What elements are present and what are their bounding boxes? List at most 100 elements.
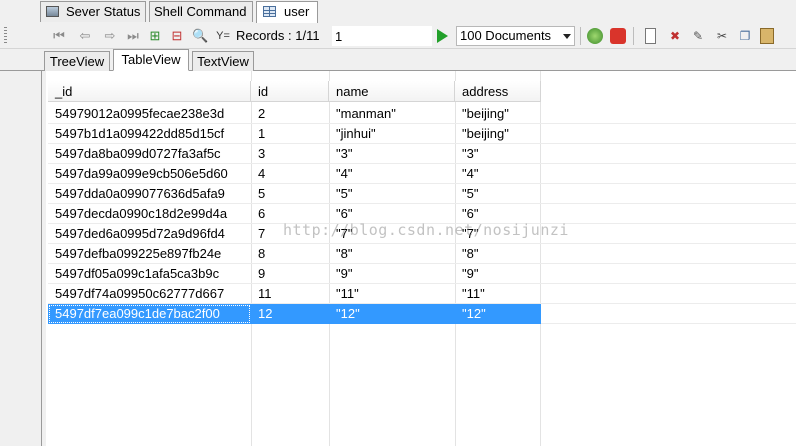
- page-number-input[interactable]: [332, 26, 432, 46]
- records-counter: Records : 1/11: [236, 28, 320, 43]
- cell-name[interactable]: "3": [329, 144, 455, 164]
- find-icon[interactable]: 🔍: [192, 27, 208, 45]
- prev-page-icon[interactable]: ⇦: [77, 27, 93, 45]
- cell-object-id[interactable]: 5497df05a099c1afa5ca3b9c: [48, 264, 251, 284]
- cell-name[interactable]: "11": [329, 284, 455, 304]
- refresh-icon[interactable]: [587, 28, 603, 44]
- cell-id[interactable]: 3: [251, 144, 329, 164]
- cell-object-id[interactable]: 5497ded6a0995d72a9d96fd4: [48, 224, 251, 244]
- cell-name[interactable]: "8": [329, 244, 455, 264]
- table-row[interactable]: 5497da8ba099d0727fa3af5c 3 "3" "3": [48, 144, 796, 164]
- cell-name[interactable]: "12": [329, 304, 455, 324]
- toolbar-separator: [633, 27, 634, 45]
- cell-address[interactable]: "beijing": [455, 104, 541, 124]
- tab-user[interactable]: user: [256, 1, 318, 23]
- cell-name[interactable]: "6": [329, 204, 455, 224]
- cell-id[interactable]: 12: [251, 304, 329, 324]
- server-icon: [46, 6, 59, 17]
- table-header: _id id name address: [48, 81, 796, 102]
- tab-textview[interactable]: TextView: [192, 51, 254, 71]
- cell-address[interactable]: "8": [455, 244, 541, 264]
- first-page-icon[interactable]: ⏮: [52, 27, 66, 45]
- cell-address[interactable]: "beijing": [455, 124, 541, 144]
- cell-name[interactable]: "jinhui": [329, 124, 455, 144]
- tab-tableview[interactable]: TableView: [113, 49, 189, 71]
- table-row[interactable]: 5497decda0990c18d2e99d4a 6 "6" "6": [48, 204, 796, 224]
- delete-row-icon[interactable]: ⊟: [169, 27, 185, 45]
- toolbar: ⏮ ⇦ ⇨ ⏭ ⊞ ⊟ 🔍 Y= Records : 1/11 100 Docu…: [0, 23, 796, 49]
- cell-object-id[interactable]: 5497da99a099e9cb506e5d60: [48, 164, 251, 184]
- left-gutter: [0, 71, 46, 446]
- tab-server-status[interactable]: Sever Status: [40, 1, 146, 22]
- column-header-name[interactable]: name: [329, 81, 455, 102]
- grid-icon: [263, 6, 276, 17]
- cell-address[interactable]: "3": [455, 144, 541, 164]
- cell-id[interactable]: 1: [251, 124, 329, 144]
- cell-id[interactable]: 6: [251, 204, 329, 224]
- tab-treeview[interactable]: TreeView: [44, 51, 110, 71]
- cell-name[interactable]: "5": [329, 184, 455, 204]
- table-row[interactable]: 5497dda0a099077636d5afa9 5 "5" "5": [48, 184, 796, 204]
- cell-address[interactable]: "6": [455, 204, 541, 224]
- cell-object-id[interactable]: 5497b1d1a099422dd85d15cf: [48, 124, 251, 144]
- cell-object-id[interactable]: 54979012a0995fecae238e3d: [48, 104, 251, 124]
- tab-shell-command[interactable]: Shell Command: [149, 1, 253, 22]
- column-header-id-object[interactable]: _id: [48, 81, 251, 102]
- column-header-id[interactable]: id: [251, 81, 329, 102]
- cell-address[interactable]: "7": [455, 224, 541, 244]
- table-grid[interactable]: _id id name address 54979012a0995fecae23…: [48, 71, 796, 446]
- cell-object-id[interactable]: 5497defba099225e897fb24e: [48, 244, 251, 264]
- cell-address[interactable]: "9": [455, 264, 541, 284]
- table-row[interactable]: 5497df74a09950c62777d667 11 "11" "11": [48, 284, 796, 304]
- chevron-down-icon: [563, 34, 571, 39]
- cell-id[interactable]: 9: [251, 264, 329, 284]
- cell-object-id[interactable]: 5497df7ea099c1de7bac2f00: [48, 304, 251, 324]
- cell-address[interactable]: "11": [455, 284, 541, 304]
- documents-per-page-select[interactable]: 100 Documents: [456, 26, 575, 46]
- cell-id[interactable]: 4: [251, 164, 329, 184]
- cell-object-id[interactable]: 5497df74a09950c62777d667: [48, 284, 251, 304]
- toolbar-grip[interactable]: [4, 27, 7, 45]
- cell-name[interactable]: "4": [329, 164, 455, 184]
- table-row[interactable]: 5497df05a099c1afa5ca3b9c 9 "9" "9": [48, 264, 796, 284]
- paste-icon[interactable]: [760, 28, 774, 44]
- cell-id[interactable]: 8: [251, 244, 329, 264]
- cell-object-id[interactable]: 5497dda0a099077636d5afa9: [48, 184, 251, 204]
- tab-label: Sever Status: [66, 4, 141, 19]
- insert-row-icon[interactable]: ⊞: [147, 27, 163, 45]
- cell-id[interactable]: 11: [251, 284, 329, 304]
- cell-address[interactable]: "12": [455, 304, 541, 324]
- cell-id[interactable]: 7: [251, 224, 329, 244]
- filter-icon[interactable]: Y=: [214, 27, 232, 45]
- cell-name[interactable]: "manman": [329, 104, 455, 124]
- cell-object-id[interactable]: 5497decda0990c18d2e99d4a: [48, 204, 251, 224]
- copy-icon[interactable]: ❐: [737, 28, 753, 44]
- gutter-divider: [41, 71, 42, 446]
- last-page-icon[interactable]: ⏭: [126, 27, 140, 45]
- delete-document-icon[interactable]: ✖: [667, 28, 683, 44]
- column-header-address[interactable]: address: [455, 81, 541, 102]
- cell-id[interactable]: 2: [251, 104, 329, 124]
- cell-name[interactable]: "9": [329, 264, 455, 284]
- tab-label: user: [284, 4, 310, 19]
- document-tab-bar: Sever Status Shell Command user: [0, 0, 796, 23]
- cell-address[interactable]: "5": [455, 184, 541, 204]
- next-page-icon[interactable]: ⇨: [102, 27, 118, 45]
- cell-object-id[interactable]: 5497da8ba099d0727fa3af5c: [48, 144, 251, 164]
- cut-icon[interactable]: ✂: [714, 28, 730, 44]
- cell-name[interactable]: "7": [329, 224, 455, 244]
- view-tab-bar: TreeView TableView TextView: [0, 49, 796, 71]
- table-row[interactable]: 5497ded6a0995d72a9d96fd4 7 "7" "7": [48, 224, 796, 244]
- cell-id[interactable]: 5: [251, 184, 329, 204]
- stop-icon[interactable]: [610, 28, 626, 44]
- tab-label: Shell Command: [154, 4, 247, 19]
- cell-address[interactable]: "4": [455, 164, 541, 184]
- table-row[interactable]: 54979012a0995fecae238e3d 2 "manman" "beijin…: [48, 104, 796, 124]
- new-document-icon[interactable]: [645, 28, 656, 44]
- run-query-icon[interactable]: [437, 29, 448, 43]
- edit-document-icon[interactable]: ✎: [690, 28, 706, 44]
- table-row[interactable]: 5497df7ea099c1de7bac2f00 12 "12" "12": [48, 304, 796, 324]
- table-row[interactable]: 5497defba099225e897fb24e 8 "8" "8": [48, 244, 796, 264]
- table-row[interactable]: 5497da99a099e9cb506e5d60 4 "4" "4": [48, 164, 796, 184]
- table-row[interactable]: 5497b1d1a099422dd85d15cf 1 "jinhui" "beijin…: [48, 124, 796, 144]
